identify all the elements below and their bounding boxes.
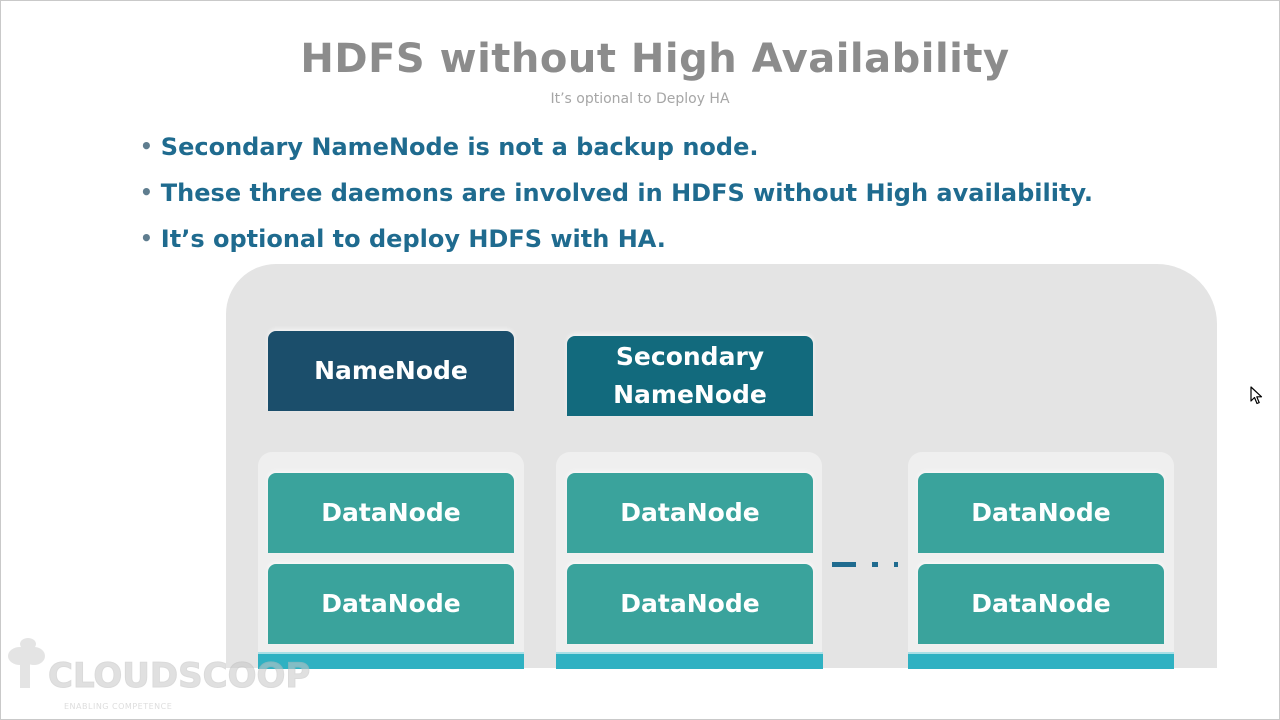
datanode-label: DataNode [971, 498, 1111, 527]
bullet-text: It’s optional to deploy HDFS with HA. [160, 225, 666, 253]
bullet-text: Secondary NameNode is not a backup node. [160, 133, 759, 161]
bullet-item: • Secondary NameNode is not a backup node… [140, 128, 1093, 174]
dash-mark [872, 562, 878, 567]
bullet-text: These three daemons are involved in HDFS… [160, 179, 1093, 207]
datanode-label: DataNode [321, 498, 461, 527]
bullet-item: • It’s optional to deploy HDFS with HA. [140, 220, 1093, 266]
bullet-item: • These three daemons are involved in HDF… [140, 174, 1093, 220]
datanode-box: DataNode [268, 564, 514, 644]
namenode-box: NameNode [268, 331, 514, 411]
bullet-list: • Secondary NameNode is not a backup node… [140, 128, 1093, 266]
datanode-box: DataNode [567, 564, 813, 644]
namenode-label: NameNode [314, 356, 468, 385]
bullet-dot-icon: • [140, 226, 153, 250]
slide-title: HDFS without High Availability [300, 36, 1010, 82]
datanode-label: DataNode [971, 589, 1111, 618]
cloudscoop-watermark: CLOUDSCOOP ENABLING COMPETENCE [6, 634, 311, 711]
secondary-namenode-box: Secondary NameNode [567, 336, 813, 416]
mouse-cursor-icon [1250, 386, 1264, 410]
bullet-dot-icon: • [140, 134, 153, 158]
watermark-brand: CLOUDSCOOP [47, 656, 311, 697]
rack-base [908, 652, 1174, 669]
datanode-label: DataNode [321, 589, 461, 618]
datanode-box: DataNode [567, 473, 813, 553]
datanode-box: DataNode [918, 564, 1164, 644]
cloudscoop-logo-icon [8, 638, 45, 688]
watermark-tagline: ENABLING COMPETENCE [64, 702, 173, 711]
datanode-label: DataNode [620, 589, 760, 618]
slide-subtitle: It’s optional to Deploy HA [550, 91, 730, 107]
secondary-namenode-label-line1: Secondary [615, 342, 765, 371]
datanode-label: DataNode [620, 498, 760, 527]
rack-base [556, 652, 823, 669]
dash-mark [894, 562, 898, 567]
secondary-namenode-label-line2: NameNode [613, 380, 767, 409]
bullet-dot-icon: • [140, 180, 153, 204]
dash-mark [832, 562, 856, 567]
datanode-box: DataNode [918, 473, 1164, 553]
datanode-box: DataNode [268, 473, 514, 553]
